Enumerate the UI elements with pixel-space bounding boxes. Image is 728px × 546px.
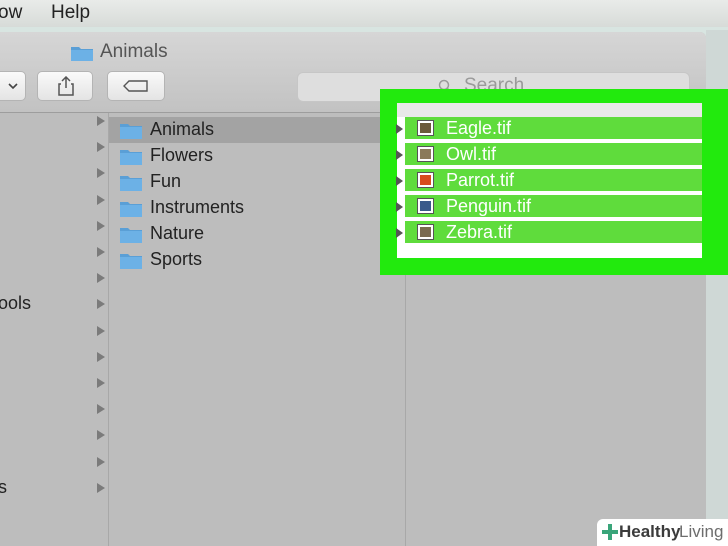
share-icon [58, 76, 74, 96]
disclosure-arrow-icon[interactable] [97, 220, 105, 231]
image-thumbnail-icon [417, 120, 434, 136]
plus-logo-icon [602, 524, 618, 540]
view-options-button[interactable] [0, 71, 26, 101]
disclosure-arrow-icon[interactable] [396, 176, 403, 186]
window-title: Animals [100, 41, 168, 62]
folder-row[interactable]: Nature [109, 221, 405, 247]
disclosure-arrow-icon[interactable] [97, 168, 105, 179]
column-folders: Animals Flowers Fun Instruments Nature Sports [109, 113, 406, 546]
file-list-header [397, 103, 702, 117]
disclosure-arrow-icon[interactable] [97, 299, 105, 310]
image-thumbnail-icon [417, 224, 434, 240]
file-name: Eagle.tif [446, 118, 512, 138]
menu-window[interactable]: ow [0, 2, 22, 24]
folder-row[interactable]: Flowers [109, 143, 405, 169]
disclosure-arrow-icon[interactable] [97, 482, 105, 493]
folder-icon [71, 47, 93, 61]
disclosure-arrow-icon[interactable] [97, 430, 105, 441]
disclosure-arrow-icon[interactable] [396, 124, 403, 134]
watermark: Healthy Living [597, 519, 728, 546]
folder-icon [120, 124, 142, 139]
disclosure-arrow-icon[interactable] [396, 228, 403, 238]
watermark-brand-light: Living [679, 522, 724, 541]
folder-row[interactable]: Sports [109, 247, 405, 273]
sidebar-item-label[interactable]: ools [0, 293, 31, 314]
folder-icon [120, 254, 142, 269]
file-row[interactable]: Parrot.tif [405, 169, 702, 193]
file-row[interactable]: Penguin.tif [405, 195, 702, 219]
folder-row[interactable]: Fun [109, 169, 405, 195]
folder-icon [120, 150, 142, 165]
file-name: Zebra.tif [446, 222, 513, 242]
file-name: Penguin.tif [446, 196, 532, 216]
disclosure-arrow-icon[interactable] [97, 142, 105, 153]
folder-icon [120, 176, 142, 191]
menu-bar: ow Help [0, 0, 728, 27]
disclosure-arrow-icon[interactable] [97, 404, 105, 415]
disclosure-arrow-icon[interactable] [97, 273, 105, 284]
chevron-down-icon [8, 83, 18, 90]
folder-label: Instruments [150, 197, 245, 217]
disclosure-arrow-icon[interactable] [97, 247, 105, 257]
image-thumbnail-icon [417, 198, 434, 214]
image-thumbnail-icon [417, 146, 434, 162]
disclosure-arrow-icon[interactable] [97, 378, 105, 388]
disclosure-arrow-icon[interactable] [97, 194, 105, 205]
folder-icon [120, 228, 142, 243]
folder-icon [120, 202, 142, 217]
folder-label: Nature [150, 223, 205, 243]
disclosure-arrow-icon[interactable] [97, 456, 105, 467]
share-button[interactable] [37, 71, 93, 101]
disclosure-arrow-icon[interactable] [396, 150, 403, 160]
folder-row[interactable]: Animals [109, 117, 405, 143]
folder-label: Flowers [150, 145, 214, 165]
folder-row[interactable]: Instruments [109, 195, 405, 221]
folder-label: Fun [150, 171, 182, 191]
column-parent: ools s [0, 113, 109, 546]
sidebar-item-label[interactable]: s [0, 477, 7, 498]
file-name: Parrot.tif [446, 170, 515, 190]
disclosure-arrow-icon[interactable] [97, 116, 105, 126]
disclosure-arrow-icon[interactable] [396, 202, 403, 212]
image-thumbnail-icon [417, 172, 434, 188]
menu-help[interactable]: Help [51, 2, 90, 24]
file-name: Owl.tif [446, 144, 497, 164]
tag-icon [123, 80, 148, 92]
folder-label: Animals [150, 119, 215, 139]
disclosure-arrow-icon[interactable] [97, 325, 105, 336]
file-row[interactable]: Zebra.tif [405, 221, 702, 245]
file-row[interactable]: Eagle.tif [405, 117, 702, 141]
file-row[interactable]: Owl.tif [405, 143, 702, 167]
disclosure-arrow-icon[interactable] [97, 351, 105, 362]
tag-button[interactable] [107, 71, 165, 101]
folder-label: Sports [150, 249, 203, 269]
watermark-brand-bold: Healthy [619, 522, 681, 541]
